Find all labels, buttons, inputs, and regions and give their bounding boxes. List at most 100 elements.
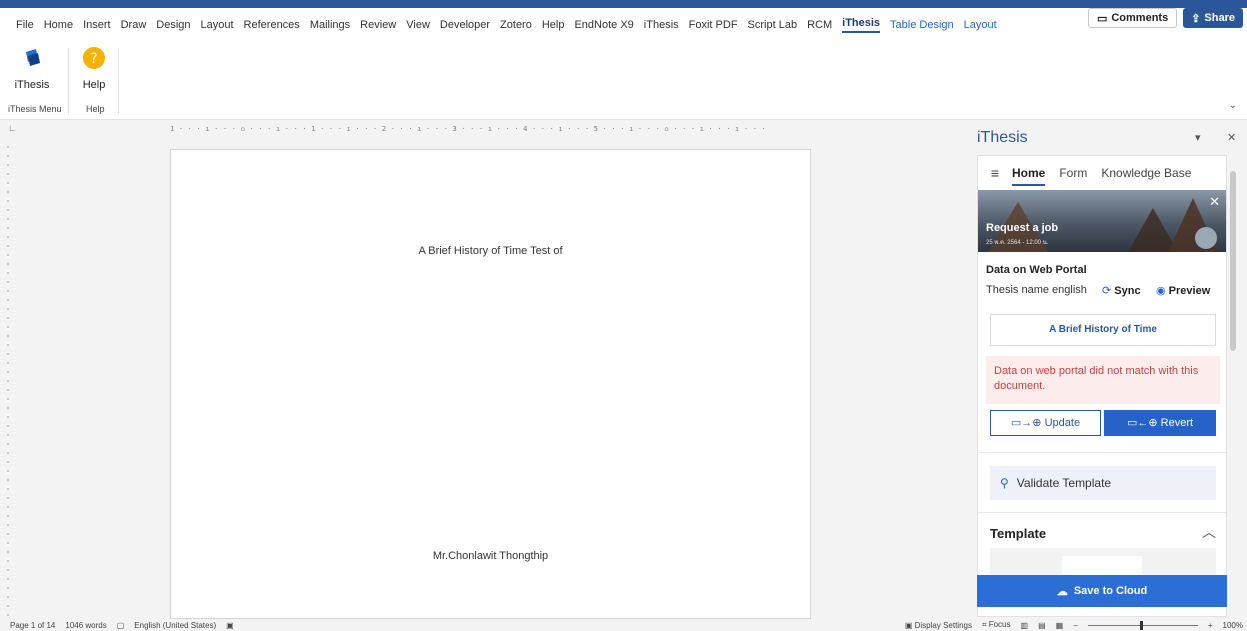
tab-home[interactable]: Home bbox=[1012, 166, 1046, 186]
preview-button[interactable]: ◉ Preview bbox=[1156, 284, 1210, 297]
accessibility-icon[interactable]: ▣ bbox=[226, 621, 234, 630]
focus-icon: ⌗ bbox=[981, 620, 989, 629]
menu-mailings[interactable]: Mailings bbox=[310, 19, 350, 31]
menu-rcm[interactable]: RCM bbox=[807, 19, 832, 31]
revert-label: Revert bbox=[1160, 417, 1194, 429]
divider bbox=[978, 512, 1226, 513]
zoom-slider[interactable] bbox=[1087, 620, 1198, 630]
word-count[interactable]: 1046 words bbox=[65, 621, 106, 630]
menu-developer[interactable]: Developer bbox=[440, 19, 490, 31]
update-button[interactable]: ▭→⊕ Update bbox=[990, 410, 1101, 436]
pane-close-icon[interactable]: ✕ bbox=[1227, 131, 1236, 144]
menu-draw[interactable]: Draw bbox=[121, 19, 147, 31]
menu-view[interactable]: View bbox=[406, 19, 430, 31]
menu-file[interactable]: File bbox=[16, 19, 34, 31]
help-ribbon-label: Help bbox=[82, 79, 106, 91]
preview-label: Preview bbox=[1168, 285, 1211, 297]
share-button[interactable]: ⇪ Share bbox=[1183, 8, 1243, 28]
menu-script-lab[interactable]: Script Lab bbox=[748, 19, 798, 31]
hamburger-menu-icon[interactable]: ≡ bbox=[978, 165, 1012, 181]
thesis-name-label: Thesis name english bbox=[986, 284, 1087, 296]
wrench-icon: ⚲ bbox=[1000, 476, 1009, 490]
thesis-name-value: A Brief History of Time bbox=[990, 314, 1216, 346]
web-portal-heading: Data on Web Portal bbox=[986, 264, 1087, 276]
ribbon-group-ithesis-menu: iThesis Menu bbox=[8, 104, 62, 114]
pane-scrollbar[interactable] bbox=[1229, 155, 1237, 600]
revert-button[interactable]: ▭←⊕ Revert bbox=[1104, 410, 1216, 436]
menu-endnote-x9[interactable]: EndNote X9 bbox=[574, 19, 633, 31]
pane-tabs: ≡ Home Form Knowledge Base bbox=[978, 156, 1226, 190]
document-author-text[interactable]: Mr.Chonlawit Thongthip bbox=[171, 550, 810, 562]
validate-template-label: Validate Template bbox=[1016, 476, 1112, 490]
menu-ithesis[interactable]: iThesis bbox=[842, 17, 881, 33]
menu-references[interactable]: References bbox=[244, 19, 300, 31]
vertical-ruler[interactable] bbox=[0, 137, 16, 619]
ithesis-ribbon-label: iThesis bbox=[14, 79, 50, 91]
computer-from-globe-icon: ▭←⊕ bbox=[1126, 417, 1158, 429]
ithesis-ribbon-button[interactable]: iThesis bbox=[12, 46, 52, 91]
display-settings-label: Display Settings bbox=[914, 620, 972, 630]
sync-icon: ⟳ bbox=[1102, 285, 1112, 297]
zoom-out-icon[interactable]: − bbox=[1073, 621, 1078, 630]
menu-insert[interactable]: Insert bbox=[83, 19, 111, 31]
web-layout-icon[interactable]: ▦ bbox=[1056, 621, 1064, 630]
validate-template-button[interactable]: ⚲ Validate Template bbox=[990, 466, 1216, 500]
menu-help[interactable]: Help bbox=[542, 19, 565, 31]
sync-label: Sync bbox=[1114, 285, 1141, 297]
horizontal-ruler[interactable]: ∟ 1 · · · ı · · · ⌂ · · · ı · · · 1 · · … bbox=[0, 121, 963, 137]
svg-text:?: ? bbox=[90, 51, 97, 67]
template-heading: Template bbox=[990, 526, 1047, 541]
menu-home[interactable]: Home bbox=[44, 19, 73, 31]
menu-layout[interactable]: Layout bbox=[201, 19, 234, 31]
comments-button[interactable]: ▭ Comments bbox=[1087, 8, 1178, 28]
help-ribbon-button[interactable]: ? Help bbox=[74, 46, 114, 91]
menu-table-design[interactable]: Table Design bbox=[890, 19, 954, 31]
ruler-marks: 1 · · · ı · · · ⌂ · · · ı · · · 1 · · · … bbox=[170, 125, 766, 133]
banner-close-icon[interactable]: ✕ bbox=[1209, 194, 1220, 210]
language-status[interactable]: English (United States) bbox=[134, 621, 216, 630]
banner-title: Request a job bbox=[986, 222, 1059, 234]
comments-label: Comments bbox=[1111, 12, 1169, 24]
mismatch-alert: Data on web portal did not match with th… bbox=[986, 356, 1220, 404]
pane-options-icon[interactable]: ▾ bbox=[1195, 131, 1201, 144]
chevron-up-icon[interactable]: ︿ bbox=[1202, 522, 1216, 542]
tab-selector-icon[interactable]: ∟ bbox=[8, 123, 17, 133]
save-to-cloud-button[interactable]: ☁ Save to Cloud bbox=[977, 575, 1227, 607]
display-settings-button[interactable]: ▣ Display Settings bbox=[905, 621, 972, 630]
save-to-cloud-label: Save to Cloud bbox=[1073, 585, 1148, 597]
sync-button[interactable]: ⟳ Sync bbox=[1102, 284, 1141, 297]
proofing-icon[interactable]: ▢ bbox=[117, 621, 125, 630]
tab-knowledge-base[interactable]: Knowledge Base bbox=[1101, 166, 1191, 180]
ribbon-group-help: Help bbox=[86, 104, 105, 114]
zoom-in-icon[interactable]: + bbox=[1208, 621, 1213, 630]
menu-review[interactable]: Review bbox=[360, 19, 396, 31]
menu-design[interactable]: Design bbox=[156, 19, 190, 31]
document-page[interactable]: A Brief History of Time Test of Mr.Chonl… bbox=[170, 149, 811, 619]
computer-to-globe-icon: ▭→⊕ bbox=[1010, 417, 1042, 429]
menu-ithesis[interactable]: iThesis bbox=[644, 19, 679, 31]
banner-subtitle: 25 พ.ค. 2564 - 12:00 น. bbox=[986, 240, 1049, 246]
menu-layout[interactable]: Layout bbox=[964, 19, 997, 31]
zoom-level[interactable]: 100% bbox=[1223, 621, 1243, 630]
ithesis-task-pane: iThesis ▾ ✕ ≡ Home Form Knowledge Base ✕… bbox=[965, 121, 1247, 619]
focus-button[interactable]: ⌗ Focus bbox=[982, 620, 1011, 630]
eye-icon: ◉ bbox=[1156, 285, 1166, 297]
page-count[interactable]: Page 1 of 14 bbox=[10, 621, 55, 630]
menu-foxit-pdf[interactable]: Foxit PDF bbox=[689, 19, 738, 31]
document-title-text[interactable]: A Brief History of Time Test of bbox=[171, 245, 810, 257]
top-actions: ▭ Comments ⇪ Share bbox=[1087, 8, 1243, 28]
display-icon: ▣ bbox=[904, 620, 915, 630]
ribbon-collapse-icon[interactable]: ⌄ bbox=[1229, 100, 1237, 111]
menu-zotero[interactable]: Zotero bbox=[500, 19, 532, 31]
divider bbox=[978, 452, 1226, 453]
read-mode-icon[interactable]: ▥ bbox=[1021, 621, 1029, 630]
pane-content: ≡ Home Form Knowledge Base ✕ Request a j… bbox=[977, 155, 1227, 617]
tab-form[interactable]: Form bbox=[1059, 166, 1087, 180]
print-layout-icon[interactable]: ▤ bbox=[1038, 621, 1046, 630]
document-canvas[interactable]: A Brief History of Time Test of Mr.Chonl… bbox=[16, 137, 963, 619]
request-job-banner[interactable]: ✕ Request a job 25 พ.ค. 2564 - 12:00 น. bbox=[978, 190, 1226, 252]
focus-label: Focus bbox=[988, 620, 1011, 629]
status-bar: Page 1 of 14 1046 words ▢ English (Unite… bbox=[0, 619, 1247, 631]
vertical-ruler-ticks bbox=[7, 146, 9, 616]
ribbon-separator bbox=[118, 48, 119, 114]
